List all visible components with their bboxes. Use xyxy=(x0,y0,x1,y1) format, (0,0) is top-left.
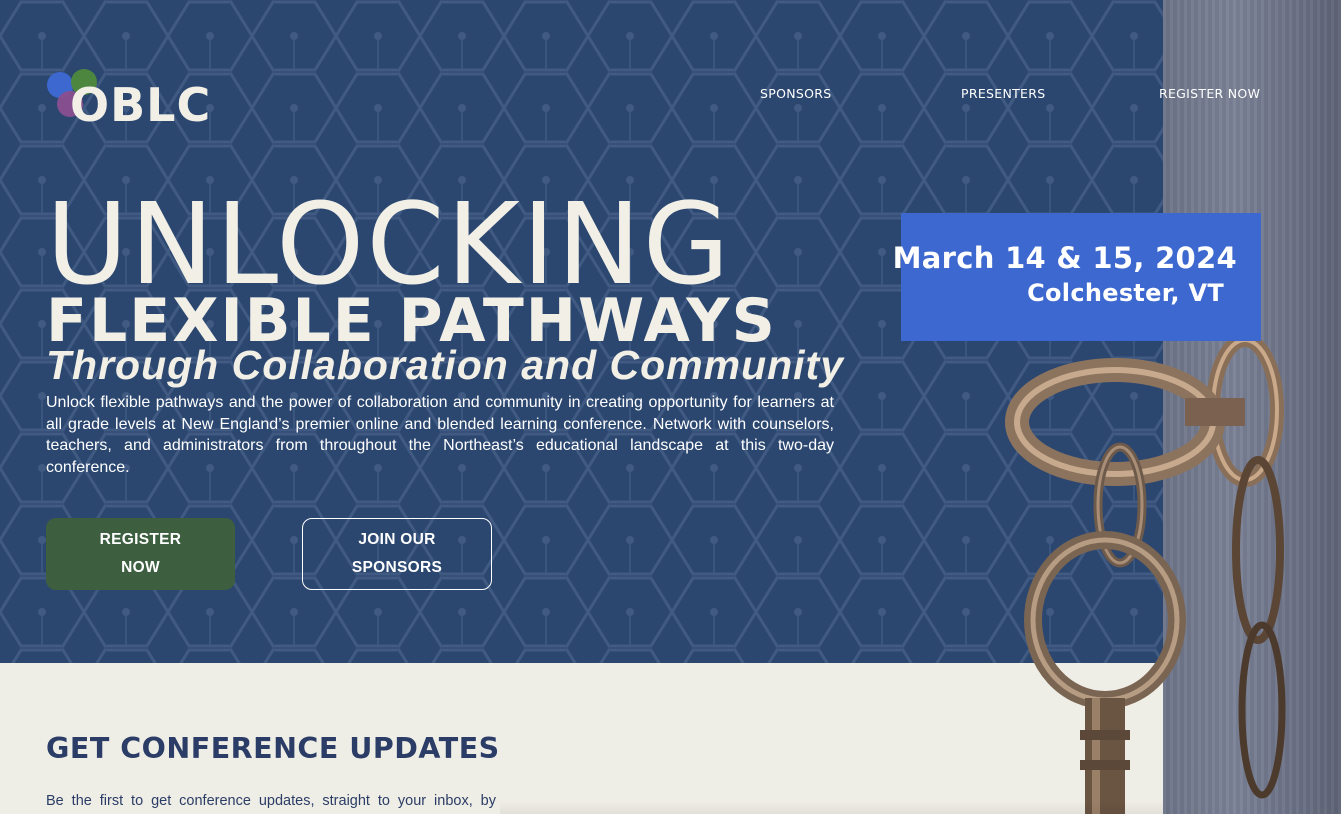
hero-subtitle: Through Collaboration and Community xyxy=(46,342,845,388)
join-sponsors-button-label: JOIN OUR SPONSORS xyxy=(351,531,443,576)
event-date-box: March 14 & 15, 2024 Colchester, VT xyxy=(893,213,1261,341)
updates-section-text: Be the first to get conference updates, … xyxy=(46,793,496,809)
event-location: Colchester, VT xyxy=(1027,279,1224,307)
register-now-button[interactable]: REGISTER NOW xyxy=(46,518,235,590)
updates-section-title: GET CONFERENCE UPDATES xyxy=(46,732,500,765)
nav-presenters-link[interactable]: PRESENTERS xyxy=(961,86,1045,101)
nav-sponsors-link[interactable]: SPONSORS xyxy=(760,86,831,101)
antique-keys-image xyxy=(1005,333,1286,814)
section-shadow xyxy=(500,800,1163,814)
join-sponsors-button[interactable]: JOIN OUR SPONSORS xyxy=(302,518,492,590)
event-dates: March 14 & 15, 2024 xyxy=(892,241,1237,275)
logo-wordmark[interactable]: OBLC xyxy=(70,82,211,128)
nav-register-link[interactable]: REGISTER NOW xyxy=(1159,86,1260,101)
hero-intro-paragraph: Unlock flexible pathways and the power o… xyxy=(46,394,834,476)
register-now-button-label: REGISTER NOW xyxy=(99,531,182,576)
